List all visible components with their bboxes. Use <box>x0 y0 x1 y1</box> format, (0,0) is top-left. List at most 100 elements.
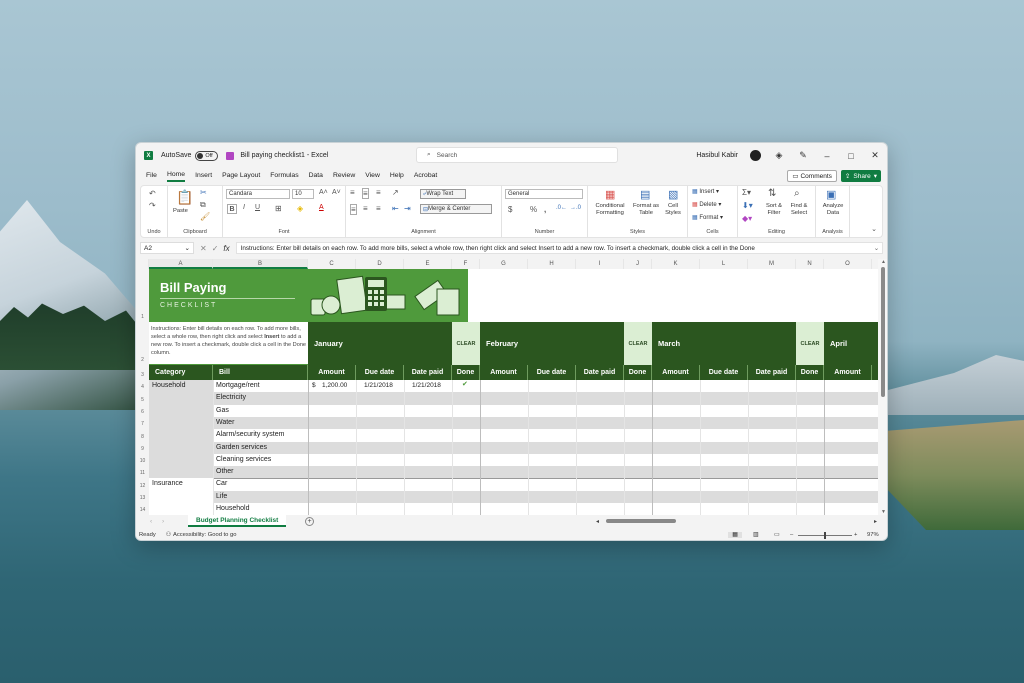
date-paid-cell[interactable]: 1/21/2018 <box>412 380 441 392</box>
bill-cell[interactable]: Gas <box>216 405 229 417</box>
column-header-i[interactable]: I <box>576 259 624 269</box>
column-header-n[interactable]: N <box>796 259 824 269</box>
table-row[interactable] <box>149 478 878 490</box>
bill-cell[interactable]: Life <box>216 491 227 503</box>
currency-icon[interactable]: $ <box>508 205 512 214</box>
month-header-april[interactable]: April <box>824 322 878 365</box>
category-cell[interactable]: Household <box>152 380 185 392</box>
autosave-toggle[interactable]: Off <box>195 150 219 161</box>
table-row[interactable] <box>149 503 878 515</box>
save-icon[interactable] <box>226 151 235 160</box>
orientation-icon[interactable]: ↗ <box>392 188 399 197</box>
column-header-j[interactable]: J <box>624 259 652 269</box>
tab-formulas[interactable]: Formulas <box>270 172 298 181</box>
cut-icon[interactable]: ✂ <box>200 188 207 197</box>
bill-cell[interactable]: Garden services <box>216 442 267 454</box>
row-header-5[interactable]: 5 <box>136 397 149 403</box>
expand-formula-icon[interactable]: ⌄ <box>874 245 879 252</box>
tab-home[interactable]: Home <box>166 171 186 182</box>
table-row[interactable] <box>149 490 878 503</box>
merge-center-button[interactable]: ⊟ Merge & Center <box>420 204 492 214</box>
bold-button[interactable]: B <box>227 204 237 214</box>
row-header-14[interactable]: 14 <box>136 507 149 513</box>
increase-decimal-icon[interactable]: .0← <box>556 205 567 211</box>
next-sheet-icon[interactable]: › <box>162 518 164 525</box>
autosum-icon[interactable]: Σ▾ <box>742 188 751 197</box>
column-header-l[interactable]: L <box>700 259 748 269</box>
delete-cells-button[interactable]: ▦ Delete ▾ <box>692 201 721 208</box>
underline-button[interactable]: U <box>255 204 260 211</box>
search-box[interactable]: ⌕ Search <box>416 147 618 163</box>
bill-cell[interactable]: Electricity <box>216 392 246 404</box>
wrap-text-button[interactable]: ⤶ Wrap Text <box>420 189 466 199</box>
percent-icon[interactable]: % <box>530 205 537 214</box>
column-header-d[interactable]: D <box>356 259 404 269</box>
zoom-out-icon[interactable]: – <box>790 532 793 538</box>
redo-icon[interactable]: ↷ <box>149 201 156 210</box>
horizontal-scroll-thumb[interactable] <box>606 519 676 523</box>
accessibility-status[interactable]: Accessibility: Good to go <box>173 532 236 538</box>
tab-review[interactable]: Review <box>333 172 355 181</box>
row-header-8[interactable]: 8 <box>136 434 149 440</box>
align-left-icon[interactable]: ≡ <box>350 204 357 215</box>
align-top-icon[interactable]: ≡ <box>350 188 355 197</box>
bill-cell[interactable]: Mortgage/rent <box>216 380 260 392</box>
zoom-level[interactable]: 97% <box>867 532 879 538</box>
format-as-table-button[interactable]: Format as Table <box>632 203 660 217</box>
scroll-up-icon[interactable]: ▲ <box>881 259 886 265</box>
align-bottom-icon[interactable]: ≡ <box>376 188 381 197</box>
paste-button[interactable]: Paste <box>173 208 188 215</box>
bill-cell[interactable]: Car <box>216 478 227 490</box>
sort-filter-button[interactable]: Sort & Filter <box>762 203 786 217</box>
column-header-e[interactable]: E <box>404 259 452 269</box>
name-box[interactable]: A2 ⌄ <box>140 242 194 254</box>
find-select-button[interactable]: Find & Select <box>786 203 812 217</box>
format-painter-icon[interactable]: 🖌 <box>200 212 210 221</box>
column-header-b[interactable]: B <box>213 259 308 269</box>
italic-button[interactable]: I <box>243 204 245 211</box>
select-all-corner[interactable] <box>136 259 149 269</box>
minimize-button[interactable]: – <box>821 151 833 161</box>
table-row[interactable] <box>149 466 878 479</box>
align-center-icon[interactable]: ≡ <box>363 204 368 213</box>
fill-color-icon[interactable]: ◈ <box>297 204 303 213</box>
copy-icon[interactable]: ⧉ <box>200 200 206 210</box>
add-sheet-button[interactable]: + <box>305 517 314 526</box>
instructions-cell[interactable]: Instructions: Enter bill details on each… <box>149 322 309 365</box>
bill-cell[interactable]: Household <box>216 503 249 515</box>
bill-cell[interactable]: Water <box>216 417 234 429</box>
clear-icon[interactable]: ◆▾ <box>742 214 752 223</box>
row-header-3[interactable]: 3 <box>136 372 149 378</box>
done-checkmark-icon[interactable]: ✔ <box>462 379 468 391</box>
close-button[interactable]: ✕ <box>869 150 881 161</box>
row-header-12[interactable]: 12 <box>136 483 149 489</box>
align-middle-icon[interactable]: ≡ <box>362 188 369 199</box>
column-header-o[interactable]: O <box>824 259 872 269</box>
increase-font-icon[interactable]: A˄ <box>319 189 328 196</box>
decrease-font-icon[interactable]: A˅ <box>332 189 341 196</box>
conditional-formatting-button[interactable]: Conditional Formatting <box>590 203 630 217</box>
column-header-g[interactable]: G <box>480 259 528 269</box>
due-date-cell[interactable]: 1/21/2018 <box>364 380 393 392</box>
row-header-13[interactable]: 13 <box>136 495 149 501</box>
category-cell[interactable]: Insurance <box>152 478 183 490</box>
column-header-c[interactable]: C <box>308 259 356 269</box>
page-break-view-icon[interactable]: ▭ <box>774 532 779 538</box>
enter-icon[interactable]: ✓ <box>212 244 219 253</box>
table-row[interactable] <box>149 392 878 405</box>
vertical-scrollbar[interactable]: ▲ ▼ <box>878 259 887 515</box>
maximize-button[interactable]: □ <box>845 151 857 161</box>
collapse-ribbon-icon[interactable]: ⌄ <box>871 225 877 233</box>
pen-icon[interactable]: ✎ <box>797 150 809 161</box>
scroll-right-icon[interactable]: ▸ <box>874 518 877 525</box>
fill-icon[interactable]: ⬇▾ <box>742 201 753 210</box>
function-icon[interactable]: fx <box>223 244 229 253</box>
page-layout-view-icon[interactable]: ▥ <box>753 532 758 538</box>
share-button[interactable]: ⇪ Share ▾ <box>840 170 881 182</box>
undo-icon[interactable]: ↶ <box>149 189 156 198</box>
tab-help[interactable]: Help <box>390 172 404 181</box>
diamond-icon[interactable]: ◈ <box>773 150 785 161</box>
row-header-7[interactable]: 7 <box>136 421 149 427</box>
tab-data[interactable]: Data <box>309 172 323 181</box>
decrease-indent-icon[interactable]: ⇤ <box>392 204 399 213</box>
